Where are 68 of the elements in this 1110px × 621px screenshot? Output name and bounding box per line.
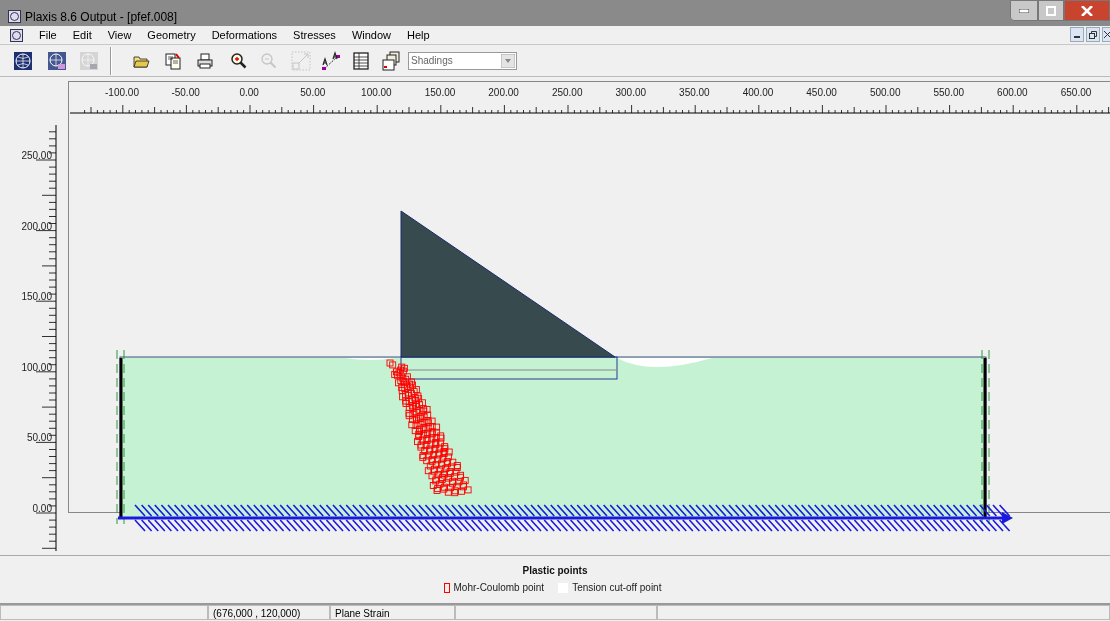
close-button[interactable] (1102, 27, 1110, 42)
axis-label: 50.00 (300, 86, 326, 100)
document-stack-icon (381, 50, 401, 71)
zoom-in-icon (229, 50, 249, 71)
axis-label: 550.00 (933, 86, 965, 100)
menu-item[interactable]: Window (343, 26, 399, 44)
menu-item[interactable]: Help (399, 26, 438, 44)
coordinates-readout: (676,000 , 120,000) (208, 605, 330, 620)
legend-label: Mohr-Coulomb point (453, 581, 545, 595)
toolbar-button[interactable] (12, 49, 34, 72)
axis-label: 150.00 (21, 290, 52, 305)
axis-label: 150.00 (424, 86, 456, 100)
document-icon[interactable] (10, 28, 23, 42)
axis-label: -50.00 (171, 86, 200, 100)
menu-item[interactable]: Edit (64, 26, 100, 44)
close-icon (1081, 5, 1093, 16)
axis-label: 100.00 (21, 360, 52, 375)
axis-label: 250.00 (21, 149, 52, 163)
maximize-button[interactable] (1038, 0, 1064, 21)
app-icon (8, 10, 21, 23)
menu-item[interactable]: File (31, 26, 65, 44)
close-button[interactable] (1064, 0, 1110, 21)
minimize-button[interactable] (1010, 0, 1038, 21)
globe-icon (79, 50, 99, 71)
zoom-out-icon (259, 50, 279, 71)
axis-label: -100.00 (105, 86, 139, 100)
axis-label: 50.00 (26, 431, 52, 446)
legend-label: Tension cut-off point (572, 581, 662, 595)
toolbar-button[interactable] (320, 49, 342, 72)
zoom-box-icon (291, 50, 311, 71)
axis-label: 450.00 (806, 86, 837, 100)
table-icon (351, 50, 371, 71)
axis-label: 0.00 (239, 86, 259, 100)
axis-label: 350.00 (679, 86, 710, 100)
minimize-button[interactable] (1070, 27, 1084, 42)
menu-item[interactable]: Deformations (203, 26, 286, 44)
axis-label: 100.00 (361, 86, 392, 100)
axis-label: 300.00 (615, 86, 647, 100)
globe-icon (47, 50, 67, 71)
axis-label: 250.00 (551, 86, 583, 100)
menu-item[interactable]: View (99, 26, 140, 44)
restore-icon (1046, 5, 1056, 16)
minimize-icon (1019, 8, 1029, 13)
view-dropdown[interactable]: Shadings (408, 51, 517, 70)
close-icon (1104, 31, 1110, 38)
globe-icon (13, 50, 33, 71)
legend-title: Plastic points (522, 564, 588, 578)
axis-label: 500.00 (869, 86, 901, 100)
copy-document-icon (163, 50, 183, 71)
axis-label: 0.00 (32, 502, 52, 516)
dropdown-arrow-icon (501, 53, 515, 68)
axis-label: 400.00 (742, 86, 774, 100)
axis-label: 200.00 (488, 86, 519, 100)
axis-label: 200.00 (21, 219, 52, 234)
axis-label: 600.00 (997, 86, 1028, 100)
minimize-icon (1074, 36, 1080, 38)
toolbar-button[interactable] (380, 49, 402, 72)
cross-section-icon (321, 50, 341, 71)
analysis-mode: Plane Strain (330, 605, 455, 620)
restore-button[interactable] (1086, 27, 1100, 42)
restore-icon (1089, 30, 1097, 39)
menu-item[interactable]: Geometry (139, 26, 204, 44)
menu-item[interactable]: Stresses (285, 26, 344, 44)
toolbar-button[interactable] (350, 49, 372, 72)
axis-label: 650.00 (1060, 86, 1092, 100)
window-title: Plaxis 8.6 Output - [pfef.008] (25, 8, 178, 26)
toolbar-button[interactable] (46, 49, 68, 72)
printer-icon (195, 50, 215, 71)
